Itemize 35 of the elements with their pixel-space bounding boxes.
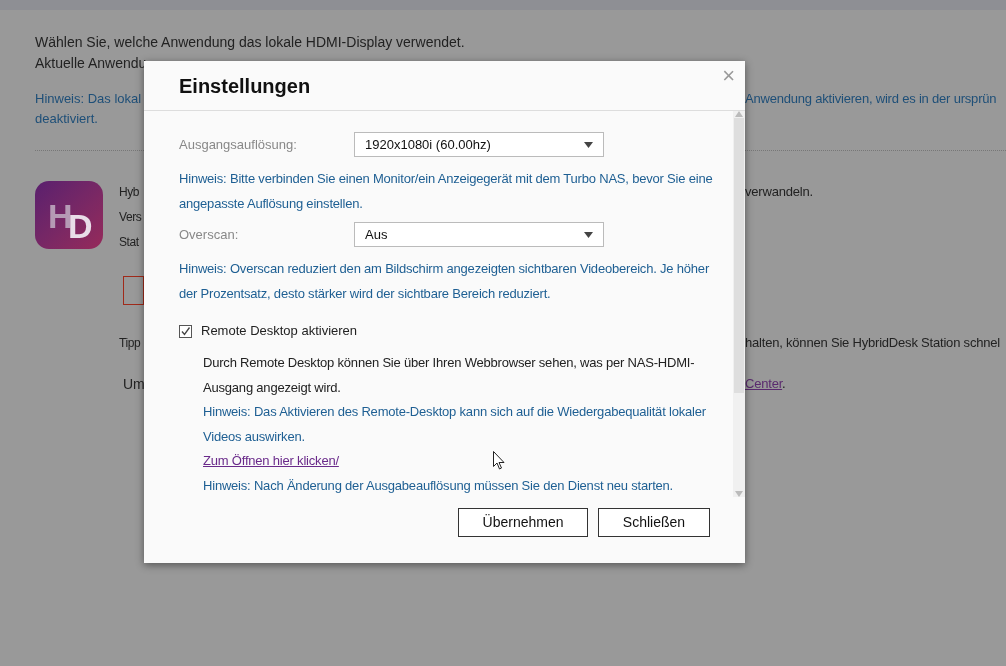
dialog-button[interactable]: Übernehmen (458, 508, 588, 537)
info-text: Stat (119, 234, 139, 251)
info-text: verwandeln. (745, 183, 814, 201)
scrollbar-thumb[interactable] (734, 118, 744, 393)
intro-text: Wählen Sie, welche Anwendung das lokale HDMI-Display verwendet. (35, 33, 466, 52)
outlined-button[interactable] (123, 276, 144, 305)
hint-text: Hinweis: Das Aktivieren des Remote-Desktop kann sich auf die Wiedergabequalität lokaler Videos auswirken. (203, 403, 707, 446)
hint-text: Hinweis: Nach Änderung der Ausgabeauflösung müssen Sie den Dienst neu starten. (203, 476, 675, 495)
period-text: . (782, 376, 786, 391)
hint-text: Hinweis: Das lokal (35, 90, 143, 108)
caret-icon (584, 231, 593, 238)
field-label: Overscan: (179, 225, 240, 244)
info-text: Um (122, 375, 144, 394)
tip-text: Tipp (119, 335, 141, 352)
hint-text: Anwendung aktivieren, wird es in der ursprün (745, 90, 998, 108)
scroll-down-icon[interactable] (735, 491, 743, 497)
hint-text: deaktiviert. (35, 110, 99, 128)
dialog-title: Einstellungen (179, 73, 311, 99)
checkbox-label: Remote Desktop aktivieren (201, 322, 358, 341)
cursor-icon (493, 451, 505, 470)
info-text: Vers (119, 209, 142, 226)
center-link[interactable]: Center (745, 376, 783, 391)
dialog-button[interactable]: Schließen (598, 508, 710, 537)
description-text: Durch Remote Desktop können Sie über Ihren Webbrowser sehen, was per NAS-HDMI-Ausgang angezeigt wird. (203, 354, 696, 397)
hint-text: Hinweis: Overscan reduziert den am Bildschirm angezeigten sichtbaren Videobereich. Je höher der Prozentsatz, desto stärker wird der sichtbare Bereich reduziert. (179, 260, 710, 303)
open-link[interactable]: Zum Öffnen hier klicken/ (203, 453, 339, 468)
field-label: Ausgangsauflösung: (179, 135, 298, 154)
info-text: Hyb (119, 184, 140, 201)
caret-icon (584, 141, 593, 148)
tip-text: halten, können Sie HybridDesk Station schnel (745, 334, 1001, 352)
dropdown[interactable]: Aus (354, 222, 604, 247)
checkbox[interactable] (179, 324, 192, 338)
hint-text: Hinweis: Bitte verbinden Sie einen Monitor/ein Anzeigegerät mit dem Turbo NAS, bevor Sie eine angepasste Auflösung einstellen. (179, 170, 714, 213)
dropdown[interactable]: 1920x1080i (60.00hz) (354, 132, 604, 157)
intro-text: Aktuelle Anwendu (35, 54, 148, 73)
